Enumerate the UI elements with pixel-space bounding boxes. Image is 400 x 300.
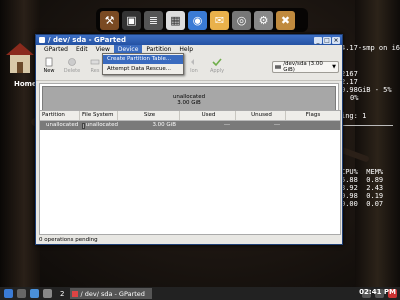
- taskbar: 2 / dev/ sda - GParted 02:41 PM: [0, 287, 400, 300]
- media-icon[interactable]: ◎: [232, 10, 251, 30]
- conky-percent: 0%: [350, 94, 359, 102]
- home-folder-icon[interactable]: [6, 43, 34, 73]
- menu-item-create-partition-table[interactable]: Create Partition Table...: [103, 55, 183, 64]
- home-label: Home: [14, 80, 37, 88]
- conky-cpu-header: CPU% MEM%: [341, 168, 384, 176]
- settings-icon[interactable]: ✖: [276, 10, 295, 30]
- apply-button[interactable]: Apply: [207, 55, 227, 74]
- gparted-task-icon: [72, 290, 79, 297]
- status-bar: 0 operations pending: [39, 237, 98, 243]
- task-label: / dev/ sda - GParted: [80, 289, 145, 298]
- chevron-down-icon: ▼: [332, 64, 336, 70]
- file-manager-icon[interactable]: [30, 289, 39, 298]
- window-titlebar[interactable]: / dev/ sda - GParted _ □ ×: [36, 35, 342, 45]
- conky-kernel: 4.17-smp on i686): [341, 44, 400, 52]
- conky-value-1: 2167: [341, 70, 358, 78]
- column-flags[interactable]: Flags: [286, 111, 338, 120]
- conky-proc-row: 5.88 0.89: [341, 176, 384, 184]
- partition-table: Partition File System Size Used Unused F…: [39, 110, 341, 235]
- conky-divider: [341, 125, 393, 126]
- menu-bar: GParted Edit View Device Partition Help: [36, 45, 342, 54]
- conky-proc-row: 0.98 0.19: [341, 192, 384, 200]
- conky-processes: ing: 1: [341, 112, 367, 120]
- taskbar-task-gparted[interactable]: / dev/ sda - GParted: [70, 288, 153, 299]
- conky-memory: 0.98GiB - 5%: [341, 86, 392, 94]
- new-button-label: New: [43, 68, 55, 74]
- filesystem-color-swatch: [82, 122, 85, 129]
- checkmark-icon: [212, 58, 222, 67]
- conky-value-2: 2.17: [341, 78, 358, 86]
- menu-item-attempt-data-rescue[interactable]: Attempt Data Rescue...: [103, 65, 183, 74]
- home-roof: [6, 43, 34, 55]
- delete-icon: [68, 58, 76, 66]
- workspace-indicator[interactable]: 2: [60, 290, 64, 298]
- column-filesystem[interactable]: File System: [80, 111, 118, 120]
- cell-filesystem: unallocated: [80, 121, 118, 130]
- close-button[interactable]: ×: [332, 36, 340, 44]
- delete-button-label: Delete: [63, 68, 81, 74]
- cell-partition: unallocated: [46, 122, 79, 128]
- undo-button-label: Ion: [190, 68, 198, 74]
- table-header: Partition File System Size Used Unused F…: [40, 111, 340, 121]
- column-used[interactable]: Used: [180, 111, 236, 120]
- show-desktop-icon[interactable]: [17, 289, 26, 298]
- toolbar: New Delete Res Ion Apply /dev/sda (3.00 …: [36, 54, 342, 81]
- menu-edit[interactable]: Edit: [72, 45, 92, 54]
- home-door: [17, 62, 23, 73]
- cell-filesystem-text: unallocated: [85, 122, 118, 128]
- cell-size: 3.00 GiB: [152, 122, 176, 128]
- terminal-icon[interactable]: ⚒: [100, 10, 119, 30]
- tools-icon[interactable]: ⚙: [254, 10, 273, 30]
- spreadsheet-icon[interactable]: ▦: [166, 10, 185, 30]
- resize-button-label: Res: [90, 68, 100, 74]
- device-selector[interactable]: /dev/sda (3.00 GiB) ▼: [272, 61, 339, 73]
- apply-button-label: Apply: [209, 68, 225, 74]
- minimize-button[interactable]: _: [314, 36, 322, 44]
- menu-gparted[interactable]: GParted: [40, 45, 72, 54]
- table-row[interactable]: unallocated unallocated 3.00 GiB --- ---: [40, 121, 340, 130]
- browser-icon[interactable]: ◉: [188, 10, 207, 30]
- undo-button[interactable]: Ion: [184, 55, 204, 74]
- clock[interactable]: 02:41 PM: [359, 288, 396, 296]
- file-manager-icon[interactable]: ▣: [122, 10, 141, 30]
- cell-used: ---: [224, 122, 230, 128]
- delete-button[interactable]: Delete: [62, 55, 82, 74]
- resize-icon: [90, 59, 100, 65]
- window-title: / dev/ sda - GParted: [48, 36, 126, 44]
- conky-proc-row: 3.92 2.43: [341, 184, 384, 192]
- device-menu-dropdown: Create Partition Table... Attempt Data R…: [102, 53, 184, 75]
- start-menu-icon[interactable]: [4, 289, 13, 298]
- application-dock: ⚒ ▣ ≣ ▦ ◉ ✉ ◎ ⚙ ✖: [96, 8, 308, 32]
- gparted-window: / dev/ sda - GParted _ □ × GParted Edit …: [35, 34, 343, 245]
- undo-icon: [191, 59, 194, 65]
- cell-unused: ---: [274, 122, 280, 128]
- text-editor-icon[interactable]: ≣: [144, 10, 163, 30]
- disk-icon: [275, 65, 282, 69]
- column-partition[interactable]: Partition: [40, 111, 80, 120]
- column-size[interactable]: Size: [118, 111, 180, 120]
- new-button[interactable]: New: [39, 55, 59, 74]
- terminal-icon[interactable]: [43, 289, 52, 298]
- column-unused[interactable]: Unused: [236, 111, 286, 120]
- window-app-icon: [39, 37, 45, 43]
- cell-flags: [286, 121, 338, 130]
- device-selector-value: /dev/sda (3.00 GiB): [283, 61, 323, 73]
- maximize-button[interactable]: □: [323, 36, 331, 44]
- new-document-icon: [45, 57, 53, 67]
- mail-icon[interactable]: ✉: [210, 10, 229, 30]
- conky-proc-row: 0.00 0.07: [341, 200, 384, 208]
- graph-size: 3.00 GiB: [177, 100, 201, 106]
